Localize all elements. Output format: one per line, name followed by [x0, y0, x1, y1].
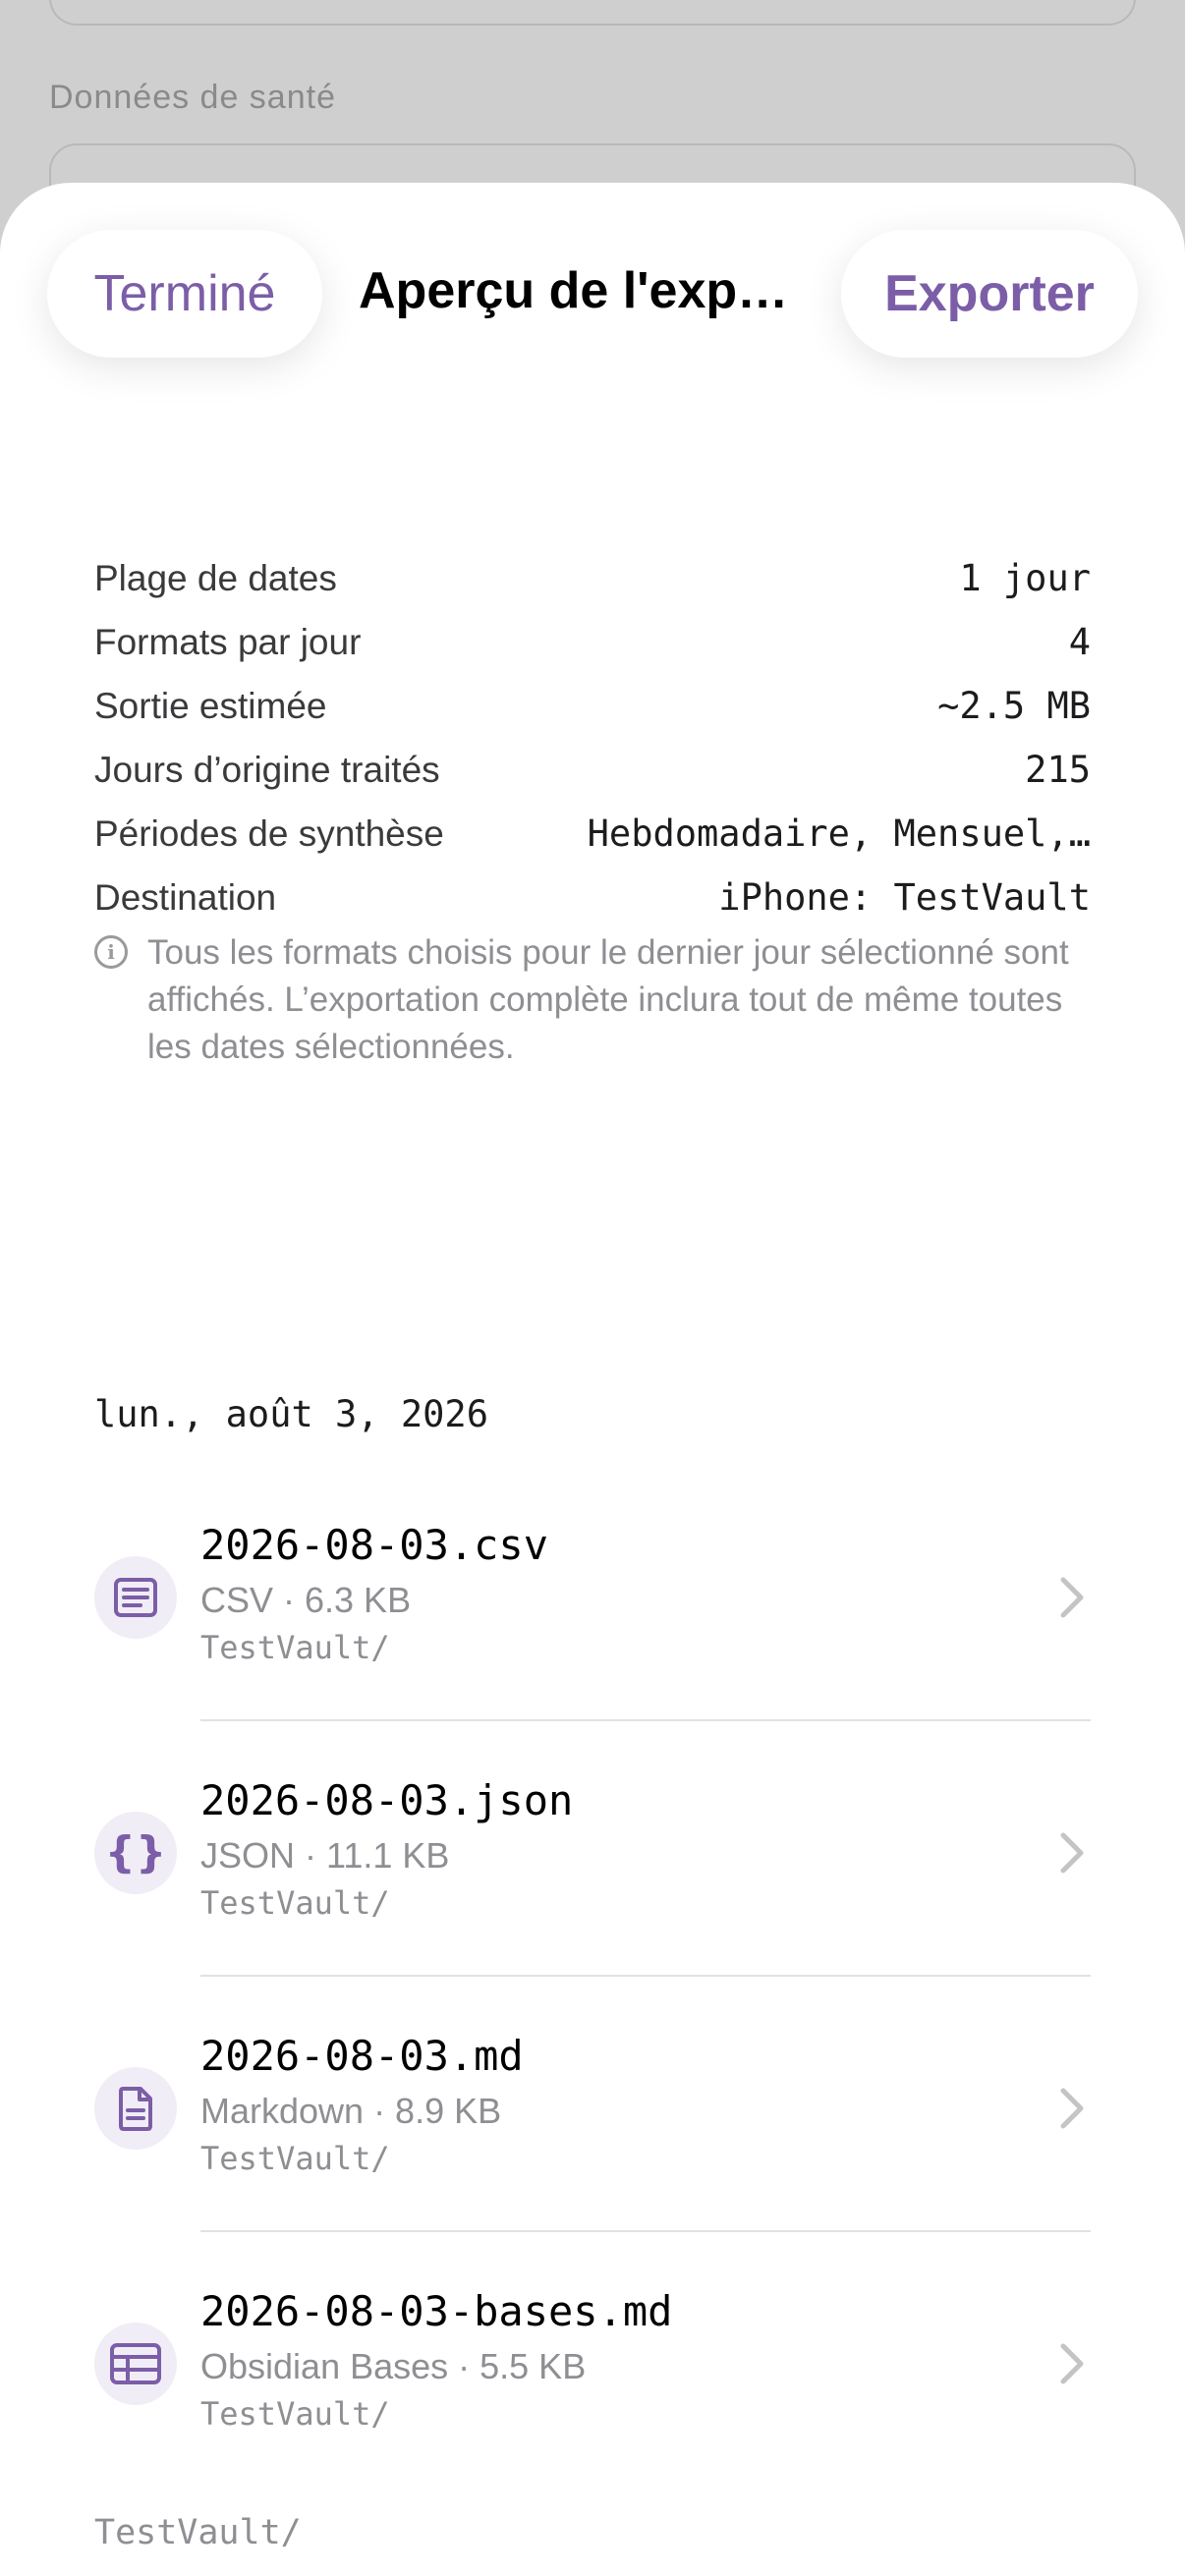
summary-row-source-days: Jours d’origine traités 215	[94, 738, 1091, 802]
curly-braces-icon: {}	[94, 1812, 177, 1894]
file-name: 2026-08-03.csv	[200, 1521, 549, 1569]
file-name: 2026-08-03-bases.md	[200, 2287, 673, 2335]
background-card	[49, 0, 1136, 26]
summary-label: Plage de dates	[94, 557, 337, 598]
file-path: TestVault/	[200, 2395, 390, 2433]
chevron-right-icon	[1057, 1829, 1087, 1881]
file-meta: JSON · 11.1 KB	[200, 1835, 450, 1876]
summary-value: 1 jour	[959, 557, 1091, 599]
summary-label: Périodes de synthèse	[94, 812, 444, 854]
chevron-right-icon	[1057, 2085, 1087, 2137]
file-meta: Markdown · 8.9 KB	[200, 2091, 502, 2131]
summary-row-destination: Destination iPhone: TestVault	[94, 866, 1091, 929]
divider	[200, 1975, 1091, 1977]
file-row[interactable]: {} 2026-08-03.json JSON · 11.1 KB TestVa…	[0, 1764, 1185, 2020]
background-section-title: Données de santé	[49, 79, 336, 116]
file-name: 2026-08-03.json	[200, 1776, 574, 1824]
done-button[interactable]: Terminé	[47, 230, 322, 358]
export-preview-sheet: Terminé Aperçu de l'expo... Exporter Pla…	[0, 183, 1185, 2576]
summary-value: ~2.5 MB	[937, 685, 1091, 727]
divider	[200, 1719, 1091, 1721]
file-meta: Obsidian Bases · 5.5 KB	[200, 2346, 587, 2386]
day-header: lun., août 3, 2026	[94, 1393, 488, 1435]
summary-row-date-range: Plage de dates 1 jour	[94, 546, 1091, 610]
export-summary: Plage de dates 1 jour Formats par jour 4…	[94, 546, 1091, 929]
file-row[interactable]: 2026-08-03-bases.md Obsidian Bases · 5.5…	[0, 2275, 1185, 2531]
file-meta: CSV · 6.3 KB	[200, 1580, 412, 1620]
summary-row-summary-periods: Périodes de synthèse Hebdomadaire, Mensu…	[94, 802, 1091, 866]
summary-row-estimated-output: Sortie estimée ~2.5 MB	[94, 674, 1091, 738]
divider	[200, 2230, 1091, 2232]
export-button[interactable]: Exporter	[841, 230, 1138, 358]
info-note: i Tous les formats choisis pour le derni…	[94, 929, 1097, 1071]
table-icon	[94, 2323, 177, 2405]
summary-value: iPhone: TestVault	[718, 876, 1091, 919]
chevron-right-icon	[1057, 1574, 1087, 1626]
summary-value: Hebdomadaire, Mensuel,…	[587, 812, 1091, 855]
summary-label: Formats par jour	[94, 621, 362, 662]
text-document-icon	[94, 2067, 177, 2150]
file-row[interactable]: 2026-08-03.md Markdown · 8.9 KB TestVaul…	[0, 2020, 1185, 2275]
file-path: TestVault/	[200, 1884, 390, 1922]
summary-value: 215	[1025, 749, 1091, 791]
sheet-title: Aperçu de l'expo...	[359, 262, 801, 319]
file-row[interactable]: 2026-08-03.csv CSV · 6.3 KB TestVault/	[0, 1509, 1185, 1764]
list-document-icon	[94, 1556, 177, 1639]
file-path: TestVault/	[200, 1629, 390, 1666]
summary-row-formats-per-day: Formats par jour 4	[94, 610, 1091, 674]
chevron-right-icon	[1057, 2340, 1087, 2392]
summary-label: Sortie estimée	[94, 685, 327, 726]
info-note-text: Tous les formats choisis pour le dernier…	[147, 933, 1069, 1066]
file-list: 2026-08-03.csv CSV · 6.3 KB TestVault/ {…	[0, 1509, 1185, 2531]
file-path: TestVault/	[200, 2140, 390, 2177]
summary-value: 4	[1068, 621, 1091, 663]
summary-label: Destination	[94, 876, 277, 918]
svg-text:{}: {}	[108, 1827, 163, 1877]
summary-label: Jours d’origine traités	[94, 749, 440, 790]
file-name: 2026-08-03.md	[200, 2032, 524, 2080]
footer-path: TestVault/	[94, 2513, 302, 2552]
info-icon: i	[94, 935, 128, 969]
